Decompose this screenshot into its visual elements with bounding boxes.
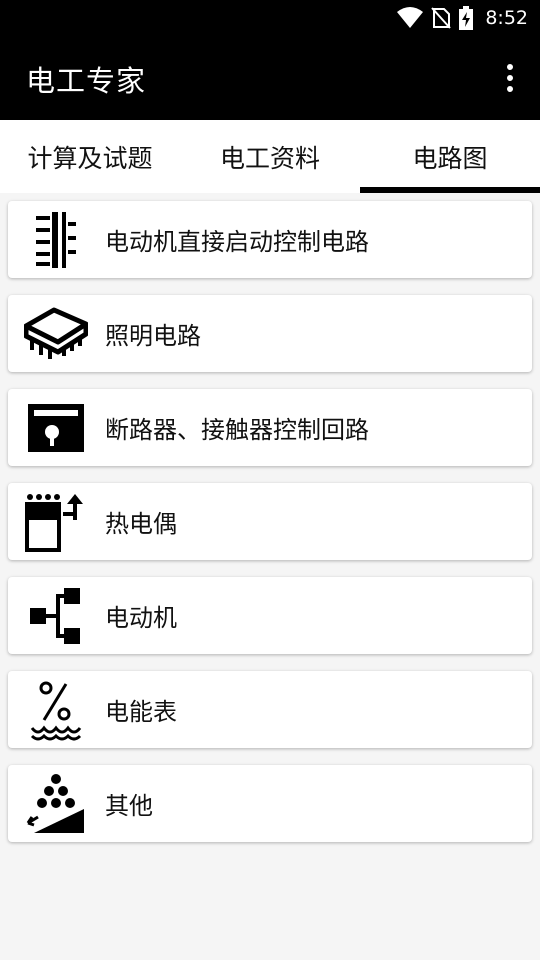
percent-wave-icon <box>24 678 88 742</box>
circuit-lines-icon <box>24 208 88 272</box>
chip-icon <box>24 302 88 366</box>
list-item[interactable]: 其他 <box>8 765 532 842</box>
list-item-label: 电动机直接启动控制电路 <box>105 228 369 256</box>
wifi-icon <box>397 7 424 28</box>
list-item[interactable]: 电动机直接启动控制电路 <box>8 201 532 278</box>
overflow-menu-icon[interactable] <box>498 64 522 92</box>
list-item-label: 照明电路 <box>105 322 201 350</box>
circuit-list: 电动机直接启动控制电路 照明电路 断路器、接触器控制回路 热电偶 电动机 电能表… <box>8 201 532 859</box>
list-item[interactable]: 断路器、接触器控制回路 <box>8 389 532 466</box>
no-sim-icon <box>431 7 452 29</box>
list-item-label: 热电偶 <box>105 510 177 538</box>
app-title: 电工专家 <box>26 64 147 98</box>
balls-slope-icon <box>24 772 88 836</box>
list-item[interactable]: 照明电路 <box>8 295 532 372</box>
tab-bar: 计算及试题 电工资料 电路图 <box>0 120 540 193</box>
list-item-label: 其他 <box>105 792 153 820</box>
list-item[interactable]: 热电偶 <box>8 483 532 560</box>
network-tree-icon <box>24 584 88 648</box>
battery-charging-icon <box>459 6 474 30</box>
list-item-label: 电能表 <box>105 698 177 726</box>
list-item-label: 电动机 <box>105 604 177 632</box>
list-item[interactable]: 电能表 <box>8 671 532 748</box>
tab-circuit-diagrams[interactable]: 电路图 <box>360 120 540 193</box>
list-item[interactable]: 电动机 <box>8 577 532 654</box>
breaker-icon <box>24 396 88 460</box>
tab-calculation[interactable]: 计算及试题 <box>0 120 180 193</box>
status-bar: 8:52 <box>0 0 540 36</box>
status-time: 8:52 <box>485 7 528 29</box>
list-item-label: 断路器、接触器控制回路 <box>105 416 369 444</box>
tab-materials[interactable]: 电工资料 <box>180 120 360 193</box>
app-bar: 电工专家 <box>0 36 540 120</box>
thermocouple-icon <box>24 490 88 554</box>
